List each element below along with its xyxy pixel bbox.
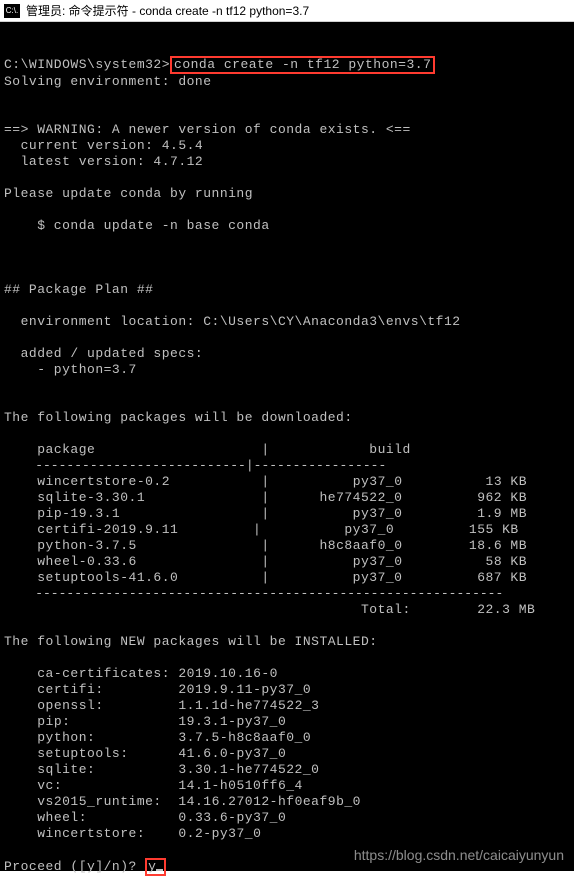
terminal-output[interactable]: C:\WINDOWS\system32>conda create -n tf12… xyxy=(0,22,574,871)
list-item: wincertstore: 0.2-py37_0 xyxy=(4,826,261,841)
table-row: sqlite-3.30.1 | he774522_0 962 KB xyxy=(4,490,527,505)
table-total: Total: 22.3 MB xyxy=(4,602,535,617)
added-specs: added / updated specs: xyxy=(4,346,203,361)
list-item: vc: 14.1-h0510ff6_4 xyxy=(4,778,303,793)
window-titlebar: C:\. 管理员: 命令提示符 - conda create -n tf12 p… xyxy=(0,0,574,22)
highlighted-answer[interactable]: y xyxy=(145,858,166,876)
proceed-prompt: Proceed ([y]/n)? xyxy=(4,859,145,874)
plan-header: ## Package Plan ## xyxy=(4,282,153,297)
list-item: pip: 19.3.1-py37_0 xyxy=(4,714,286,729)
list-item: ca-certificates: 2019.10.16-0 xyxy=(4,666,278,681)
env-location: environment location: C:\Users\CY\Anacon… xyxy=(4,314,461,329)
list-item: openssl: 1.1.1d-he774522_3 xyxy=(4,698,319,713)
table-divider: ---------------------------|------------… xyxy=(4,458,386,473)
cmd-icon: C:\. xyxy=(4,4,20,18)
install-header: The following NEW packages will be INSTA… xyxy=(4,634,378,649)
highlighted-command: conda create -n tf12 python=3.7 xyxy=(170,56,435,74)
prompt-path: C:\WINDOWS\system32> xyxy=(4,57,170,72)
list-item: python: 3.7.5-h8c8aaf0_0 xyxy=(4,730,311,745)
window-title: 管理员: 命令提示符 - conda create -n tf12 python… xyxy=(26,2,309,19)
list-item: certifi: 2019.9.11-py37_0 xyxy=(4,682,311,697)
warning-current: current version: 4.5.4 xyxy=(4,138,203,153)
update-cmd: $ conda update -n base conda xyxy=(4,218,270,233)
table-row: python-3.7.5 | h8c8aaf0_0 18.6 MB xyxy=(4,538,527,553)
blank-line xyxy=(4,40,12,55)
list-item: wheel: 0.33.6-py37_0 xyxy=(4,810,286,825)
table-row: wheel-0.33.6 | py37_0 58 KB xyxy=(4,554,527,569)
spec-python: - python=3.7 xyxy=(4,362,137,377)
watermark: https://blog.csdn.net/caicaiyunyun xyxy=(354,847,564,863)
table-row: pip-19.3.1 | py37_0 1.9 MB xyxy=(4,506,527,521)
update-msg: Please update conda by running xyxy=(4,186,253,201)
download-header: The following packages will be downloade… xyxy=(4,410,353,425)
solving-line: Solving environment: done xyxy=(4,74,212,89)
table-header-row: package | build xyxy=(4,442,411,457)
table-row: certifi-2019.9.11 | py37_0 155 KB xyxy=(4,522,519,537)
table-row: wincertstore-0.2 | py37_0 13 KB xyxy=(4,474,527,489)
table-row: setuptools-41.6.0 | py37_0 687 KB xyxy=(4,570,527,585)
list-item: vs2015_runtime: 14.16.27012-hf0eaf9b_0 xyxy=(4,794,361,809)
list-item: sqlite: 3.30.1-he774522_0 xyxy=(4,762,319,777)
warning-latest: latest version: 4.7.12 xyxy=(4,154,203,169)
table-divider: ----------------------------------------… xyxy=(4,586,503,601)
warning-line: ==> WARNING: A newer version of conda ex… xyxy=(4,122,411,137)
list-item: setuptools: 41.6.0-py37_0 xyxy=(4,746,286,761)
